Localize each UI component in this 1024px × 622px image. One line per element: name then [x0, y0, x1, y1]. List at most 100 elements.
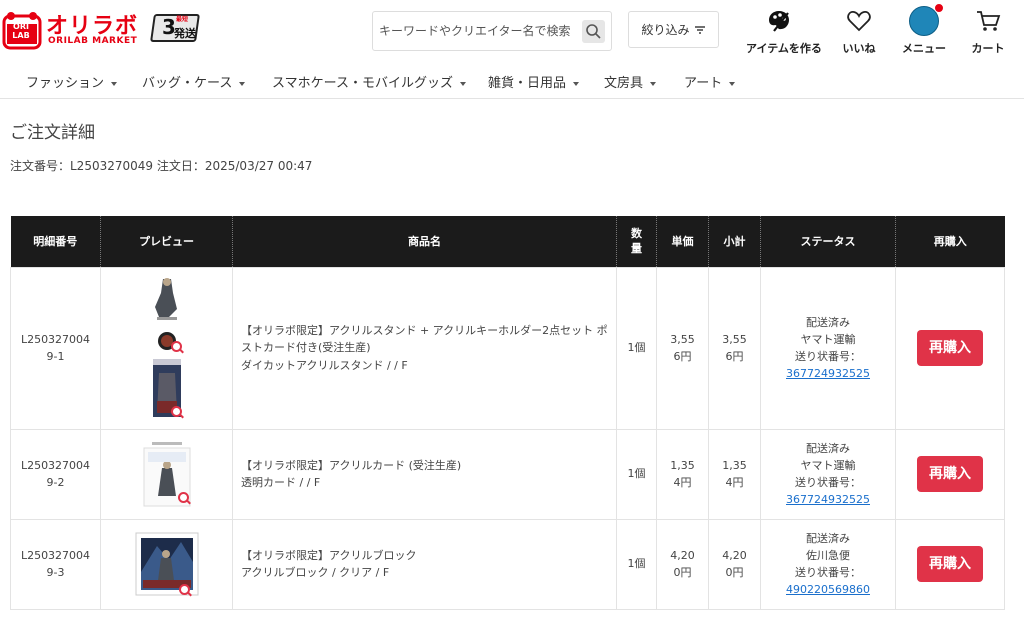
- product-name[interactable]: 【オリラボ限定】アクリルスタンド + アクリルキーホルダー2点セット ポストカー…: [241, 322, 610, 356]
- chevron-down-icon: [729, 81, 736, 86]
- tracking-label: 送り状番号：: [795, 566, 861, 579]
- category-phone[interactable]: スマホケース・モバイルグッズ: [272, 72, 466, 91]
- nav-menu-label: メニュー: [902, 42, 946, 55]
- filter-icon: [694, 25, 705, 34]
- order-details-table: 明細番号 プレビュー 商品名 数量 単価 小計 ステータス 再購入 L25032…: [10, 216, 1005, 610]
- product-thumbnail[interactable]: [140, 438, 194, 510]
- notification-dot: [934, 3, 944, 13]
- nav-likes[interactable]: いいね: [829, 8, 889, 56]
- chevron-down-icon: [459, 81, 466, 86]
- subtotal: 3,556円: [708, 266, 761, 430]
- zoom-icon[interactable]: [178, 584, 190, 595]
- chevron-down-icon: [239, 81, 246, 86]
- product-thumbnail[interactable]: [147, 273, 187, 423]
- page-title: ご注文詳細: [10, 123, 95, 143]
- table-header-row: 明細番号 プレビュー 商品名 数量 単価 小計 ステータス 再購入: [10, 216, 1005, 267]
- product-variant: アクリルブロック / クリア / F: [241, 566, 390, 579]
- tracking-link[interactable]: 367724932525: [786, 367, 870, 380]
- category-bags[interactable]: バッグ・ケース: [142, 72, 246, 91]
- preview-cell: [100, 428, 233, 520]
- order-meta: 注文番号：L2503270049 注文日：2025/03/27 00:47: [10, 159, 313, 173]
- shipping-badge-text: 発送: [174, 27, 196, 40]
- product-name-cell: 【オリラボ限定】アクリルスタンド + アクリルキーホルダー2点セット ポストカー…: [232, 266, 617, 430]
- tracking-label: 送り状番号：: [795, 350, 861, 363]
- category-fashion[interactable]: ファッション: [26, 72, 118, 91]
- detail-no: L2503270049-1: [10, 266, 101, 430]
- tracking-label: 送り状番号：: [795, 476, 861, 489]
- qty: 1個: [616, 428, 657, 520]
- status-text: 配送済み: [806, 441, 850, 455]
- unit-price: 4,200円: [656, 518, 709, 610]
- search-icon: [586, 24, 601, 39]
- product-variant: ダイカットアクリルスタンド / / F: [241, 358, 408, 372]
- status-cell: 配送済み ヤマト運輸 送り状番号： 367724932525: [760, 266, 896, 430]
- nav-likes-label: いいね: [842, 42, 876, 55]
- detail-no: L2503270049-3: [10, 518, 101, 610]
- logo-badge-text: ORI LAB: [12, 22, 30, 40]
- category-label: 文房具: [604, 76, 644, 91]
- palette-icon: [769, 11, 789, 32]
- category-goods[interactable]: 雑貨・日用品: [488, 72, 580, 91]
- category-label: ファッション: [26, 76, 105, 91]
- category-stationery[interactable]: 文房具: [604, 72, 657, 91]
- category-label: 雑貨・日用品: [488, 76, 567, 91]
- filter-button[interactable]: 絞り込み: [628, 11, 719, 48]
- filter-label: 絞り込み: [641, 23, 690, 37]
- rebuy-cell: 再購入: [895, 266, 1005, 430]
- category-label: スマホケース・モバイルグッズ: [272, 76, 453, 91]
- category-label: バッグ・ケース: [142, 76, 233, 91]
- shipping-badge-top: 最短: [176, 16, 189, 23]
- category-nav: ファッション バッグ・ケース スマホケース・モバイルグッズ 雑貨・日用品 文房具…: [0, 62, 1024, 99]
- category-label: アート: [684, 76, 723, 91]
- header-rebuy: 再購入: [895, 216, 1005, 267]
- header-product: 商品名: [232, 216, 617, 267]
- site-header: ORI LAB オリラボ ORILAB MARKET 最短 3 発送 絞り込み: [0, 0, 1024, 62]
- shipping-badge: 最短 3 発送: [148, 12, 202, 44]
- nav-create-item[interactable]: アイテムを作る: [746, 8, 822, 56]
- preview-cell: [100, 266, 233, 430]
- product-variant: 透明カード / / F: [241, 476, 321, 489]
- status-cell: 配送済み 佐川急便 送り状番号： 490220569860: [760, 518, 896, 610]
- product-thumbnail[interactable]: [135, 532, 199, 596]
- tracking-link[interactable]: 367724932525: [786, 493, 870, 506]
- unit-price: 3,556円: [656, 266, 709, 430]
- search-button[interactable]: [582, 20, 605, 43]
- search-input[interactable]: [379, 20, 579, 42]
- cart-icon: [977, 11, 1001, 31]
- table-row: L2503270049-2 【オリラボ限定】アクリルカード (受注生産) 透明カ…: [10, 428, 1005, 520]
- zoom-icon[interactable]: [177, 492, 189, 503]
- product-name[interactable]: 【オリラボ限定】アクリルカード (受注生産): [241, 457, 610, 474]
- rebuy-button[interactable]: 再購入: [917, 456, 983, 492]
- product-name[interactable]: 【オリラボ限定】アクリルブロック: [241, 547, 610, 564]
- carrier: 佐川急便: [806, 548, 850, 562]
- nav-cart[interactable]: カート: [958, 8, 1018, 56]
- unit-price: 1,354円: [656, 428, 709, 520]
- header-detail-no: 明細番号: [10, 216, 101, 267]
- tracking-link[interactable]: 490220569860: [786, 583, 870, 596]
- chevron-down-icon: [573, 81, 580, 86]
- avatar-icon: [909, 3, 944, 36]
- qty: 1個: [616, 266, 657, 430]
- subtotal: 4,200円: [708, 518, 761, 610]
- qty: 1個: [616, 518, 657, 610]
- status-text: 配送済み: [806, 315, 850, 329]
- rebuy-button[interactable]: 再購入: [917, 546, 983, 582]
- table-row: L2503270049-3 【オリラボ限定】アクリルブロック アクリルブロック …: [10, 518, 1005, 610]
- rebuy-button[interactable]: 再購入: [917, 330, 983, 366]
- preview-cell: [100, 518, 233, 610]
- product-name-cell: 【オリラボ限定】アクリルカード (受注生産) 透明カード / / F: [232, 428, 617, 520]
- zoom-icon[interactable]: [170, 341, 182, 352]
- carrier: ヤマト運輸: [800, 458, 856, 472]
- detail-no: L2503270049-2: [10, 428, 101, 520]
- logo-sub: ORILAB MARKET: [48, 36, 138, 46]
- chevron-down-icon: [111, 81, 118, 86]
- zoom-icon[interactable]: [170, 406, 182, 417]
- product-name-cell: 【オリラボ限定】アクリルブロック アクリルブロック / クリア / F: [232, 518, 617, 610]
- nav-menu[interactable]: メニュー: [894, 3, 954, 56]
- header-status: ステータス: [760, 216, 896, 267]
- header-subtotal: 小計: [708, 216, 761, 267]
- category-art[interactable]: アート: [684, 72, 736, 91]
- heart-icon: [847, 11, 871, 32]
- status-cell: 配送済み ヤマト運輸 送り状番号： 367724932525: [760, 428, 896, 520]
- subtotal: 1,354円: [708, 428, 761, 520]
